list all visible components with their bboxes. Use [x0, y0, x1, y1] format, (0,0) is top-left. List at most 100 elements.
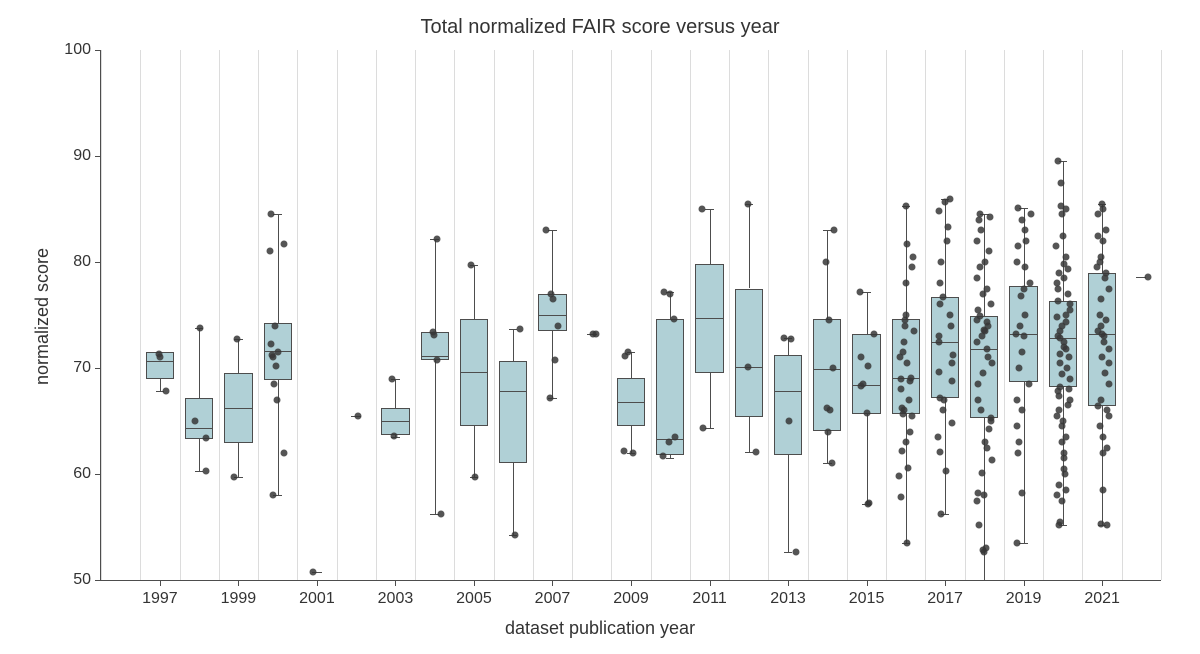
grid-line	[886, 50, 887, 580]
data-point	[977, 211, 984, 218]
xtick-mark	[1102, 580, 1103, 586]
data-point	[752, 448, 759, 455]
whisker	[867, 414, 868, 504]
data-point	[983, 345, 990, 352]
data-point	[945, 224, 952, 231]
data-point	[203, 467, 210, 474]
data-point	[947, 196, 954, 203]
data-point	[745, 363, 752, 370]
data-point	[1060, 465, 1067, 472]
data-point	[1026, 380, 1033, 387]
data-point	[1063, 365, 1070, 372]
data-point	[269, 492, 276, 499]
data-point	[1103, 269, 1110, 276]
grid-line	[1082, 50, 1083, 580]
data-point	[1144, 273, 1151, 280]
data-point	[275, 349, 282, 356]
data-point	[1102, 317, 1109, 324]
data-point	[1016, 365, 1023, 372]
boxplot-median	[499, 391, 527, 392]
whisker	[513, 329, 514, 361]
data-point	[467, 262, 474, 269]
data-point	[1104, 407, 1111, 414]
whisker	[199, 439, 200, 471]
data-point	[1015, 449, 1022, 456]
data-point	[1104, 521, 1111, 528]
data-point	[1058, 179, 1065, 186]
data-point	[830, 227, 837, 234]
data-point	[1056, 481, 1063, 488]
data-point	[1057, 202, 1064, 209]
data-point	[1054, 492, 1061, 499]
data-point	[826, 317, 833, 324]
whisker	[160, 379, 161, 392]
x-axis-label: dataset publication year	[0, 618, 1200, 639]
data-point	[698, 206, 705, 213]
whisker	[435, 360, 436, 515]
boxplot-median	[460, 372, 488, 373]
whisker	[474, 426, 475, 477]
data-point	[1021, 333, 1028, 340]
whisker	[827, 230, 828, 319]
whisker	[199, 328, 200, 398]
whisker-cap	[784, 552, 792, 553]
data-point	[1013, 396, 1020, 403]
whisker	[552, 331, 553, 398]
grid-line	[533, 50, 534, 580]
whisker	[867, 292, 868, 334]
boxplot-median	[813, 369, 841, 370]
grid-line	[965, 50, 966, 580]
data-point	[1059, 232, 1066, 239]
grid-line	[925, 50, 926, 580]
data-point	[281, 240, 288, 247]
data-point	[828, 460, 835, 467]
data-point	[907, 428, 914, 435]
data-point	[1062, 253, 1069, 260]
data-point	[1056, 384, 1063, 391]
data-point	[903, 280, 910, 287]
data-point	[355, 412, 362, 419]
data-point	[1099, 433, 1106, 440]
data-point	[1057, 518, 1064, 525]
grid-line	[808, 50, 809, 580]
whisker-cap	[1019, 543, 1027, 544]
whisker-cap	[548, 230, 556, 231]
xtick-mark	[317, 580, 318, 586]
data-point	[745, 200, 752, 207]
data-point	[699, 425, 706, 432]
data-point	[1104, 444, 1111, 451]
boxplot-box	[774, 355, 802, 455]
grid-line	[258, 50, 259, 580]
data-point	[621, 447, 628, 454]
grid-line	[1043, 50, 1044, 580]
data-point	[391, 432, 398, 439]
boxplot-box	[813, 319, 841, 430]
data-point	[909, 253, 916, 260]
grid-line	[454, 50, 455, 580]
data-point	[1013, 539, 1020, 546]
boxplot-median	[224, 408, 252, 409]
data-point	[1059, 371, 1066, 378]
xtick-mark	[710, 580, 711, 586]
data-point	[433, 235, 440, 242]
data-point	[937, 448, 944, 455]
data-point	[907, 374, 914, 381]
grid-line	[140, 50, 141, 580]
data-point	[948, 377, 955, 384]
y-axis-label: normalized score	[32, 248, 53, 385]
data-point	[1062, 486, 1069, 493]
grid-line	[690, 50, 691, 580]
data-point	[908, 264, 915, 271]
data-point	[1095, 403, 1102, 410]
grid-line	[297, 50, 298, 580]
data-point	[978, 407, 985, 414]
data-point	[273, 362, 280, 369]
data-point	[937, 511, 944, 518]
data-point	[936, 369, 943, 376]
data-point	[1097, 396, 1104, 403]
xtick-mark	[238, 580, 239, 586]
data-point	[947, 322, 954, 329]
data-point	[910, 327, 917, 334]
grid-line	[101, 50, 102, 580]
data-point	[310, 568, 317, 575]
